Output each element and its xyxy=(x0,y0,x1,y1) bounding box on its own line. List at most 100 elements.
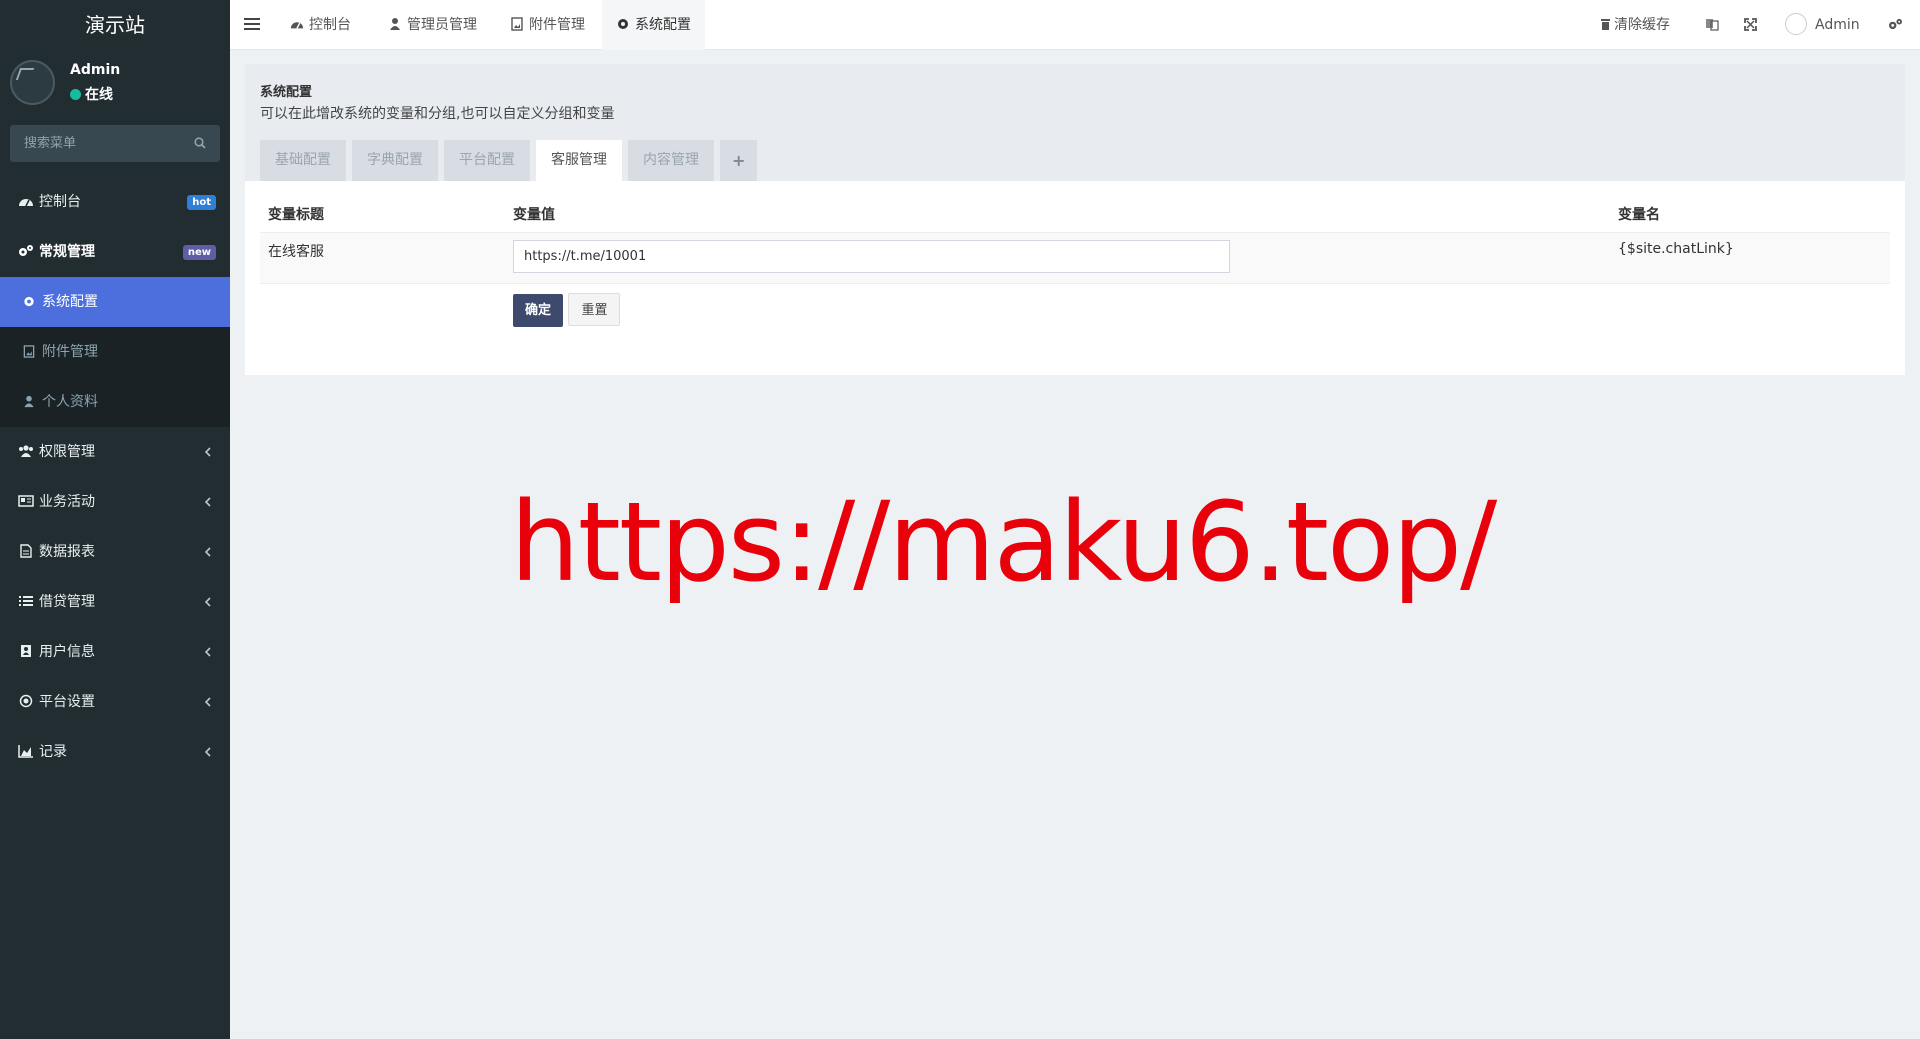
tab-platform-config[interactable]: 平台配置 xyxy=(444,140,530,181)
control-sidebar-button[interactable] xyxy=(1888,0,1903,50)
chevron-left-icon xyxy=(204,647,211,657)
submenu-general: 系统配置 附件管理 个人资料 xyxy=(0,277,230,427)
main-content: 系统配置 可以在此增改系统的变量和分组,也可以自定义分组和变量 基础配置 字典配… xyxy=(245,64,1905,375)
chevron-left-icon xyxy=(204,597,211,607)
dashboard-icon xyxy=(290,22,304,29)
tab-label: 系统配置 xyxy=(635,17,691,33)
column-header-value: 变量值 xyxy=(505,196,1610,233)
panel-body: 变量标题 变量值 变量名 在线客服 {$site.chatLink} 确定 xyxy=(245,181,1905,375)
sidebar-item-label: 数据报表 xyxy=(39,544,95,560)
chevron-left-icon xyxy=(204,697,211,707)
circle-dot-icon xyxy=(19,694,33,708)
new-badge: new xyxy=(182,245,216,260)
app-logo[interactable]: 演示站 xyxy=(0,0,230,50)
chevron-left-icon xyxy=(204,547,211,557)
sidebar-item-label: 业务活动 xyxy=(39,494,95,510)
fullscreen-button[interactable] xyxy=(1744,0,1757,50)
tab-system-config[interactable]: 系统配置 xyxy=(602,0,705,50)
sidebar-item-permissions[interactable]: 权限管理 xyxy=(0,427,230,477)
file-image-icon xyxy=(23,345,35,358)
translate-button[interactable] xyxy=(1705,0,1719,50)
column-header-name: 变量名 xyxy=(1610,196,1890,233)
tab-customer-service[interactable]: 客服管理 xyxy=(536,140,622,181)
top-navbar: 控制台 管理员管理 附件管理 系统配置 清除缓存 Admin xyxy=(230,0,1920,50)
search-input[interactable] xyxy=(10,125,220,162)
tab-label: 附件管理 xyxy=(529,17,585,33)
sidebar-item-general[interactable]: 常规管理 new xyxy=(0,227,230,277)
config-panel: 系统配置 可以在此增改系统的变量和分组,也可以自定义分组和变量 基础配置 字典配… xyxy=(245,64,1905,375)
avatar xyxy=(1785,13,1807,35)
group-icon xyxy=(19,445,33,457)
trash-icon xyxy=(1601,19,1610,30)
variable-value-cell xyxy=(505,232,1610,284)
avatar xyxy=(10,60,55,105)
reset-button[interactable]: 重置 xyxy=(568,293,621,326)
sidebar-item-label: 控制台 xyxy=(39,194,81,210)
tab-admin-management[interactable]: 管理员管理 xyxy=(374,0,491,50)
tab-basic-config[interactable]: 基础配置 xyxy=(260,140,346,181)
chevron-left-icon xyxy=(204,747,211,757)
sidebar-item-attachments[interactable]: 附件管理 xyxy=(0,327,230,377)
sidebar-item-label: 权限管理 xyxy=(39,444,95,460)
variable-name: {$site.chatLink} xyxy=(1610,232,1890,284)
add-tab-button[interactable]: + xyxy=(720,140,758,181)
sidebar-menu: 控制台 hot 常规管理 new 系统配置 附件管理 个人资料 权限管理 业务活… xyxy=(0,177,230,777)
gear-icon xyxy=(618,19,628,29)
area-chart-icon xyxy=(18,745,33,758)
file-text-icon xyxy=(20,544,32,558)
chevron-left-icon xyxy=(204,447,211,457)
sidebar-item-loans[interactable]: 借贷管理 xyxy=(0,577,230,627)
user-menu[interactable]: Admin xyxy=(1785,0,1860,50)
cogs-icon xyxy=(19,245,33,256)
variable-value-input[interactable] xyxy=(513,240,1230,273)
sidebar-item-label: 常规管理 xyxy=(39,244,95,260)
sidebar-item-business[interactable]: 业务活动 xyxy=(0,477,230,527)
search-icon[interactable] xyxy=(194,137,206,149)
sidebar-search xyxy=(10,125,220,162)
sidebar-item-records[interactable]: 记录 xyxy=(0,727,230,777)
tab-dictionary-config[interactable]: 字典配置 xyxy=(352,140,438,181)
user-menu-label: Admin xyxy=(1815,17,1860,33)
sidebar-item-user-info[interactable]: 用户信息 xyxy=(0,627,230,677)
address-book-icon xyxy=(21,645,31,657)
sidebar-groups: 权限管理 业务活动 数据报表 借贷管理 用户信息 平台设置 记录 xyxy=(0,427,230,777)
expand-icon xyxy=(1744,18,1757,31)
panel-heading: 系统配置 可以在此增改系统的变量和分组,也可以自定义分组和变量 基础配置 字典配… xyxy=(245,64,1905,181)
tab-content-management[interactable]: 内容管理 xyxy=(628,140,714,181)
chevron-left-icon xyxy=(204,497,211,507)
user-panel: Admin 在线 xyxy=(0,50,230,114)
sidebar-toggle-icon[interactable] xyxy=(244,18,260,32)
form-actions-row: 确定 重置 xyxy=(260,284,1890,336)
hot-badge: hot xyxy=(187,195,216,210)
clear-cache-label: 清除缓存 xyxy=(1614,17,1670,33)
sidebar-item-platform-settings[interactable]: 平台设置 xyxy=(0,677,230,727)
form-actions: 确定 重置 xyxy=(505,284,1610,336)
sidebar-item-reports[interactable]: 数据报表 xyxy=(0,527,230,577)
sidebar-item-profile[interactable]: 个人资料 xyxy=(0,377,230,427)
clear-cache-button[interactable]: 清除缓存 xyxy=(1600,0,1670,50)
variable-title: 在线客服 xyxy=(260,232,505,284)
sidebar-item-system-config[interactable]: 系统配置 xyxy=(0,277,230,327)
sidebar-item-label: 记录 xyxy=(39,744,67,760)
sidebar: 演示站 Admin 在线 控制台 hot 常规管理 new 系统配置 附件管理 … xyxy=(0,0,230,1039)
sidebar-item-label: 附件管理 xyxy=(42,344,98,360)
table-row: 在线客服 {$site.chatLink} xyxy=(260,232,1890,284)
page-description: 可以在此增改系统的变量和分组,也可以自定义分组和变量 xyxy=(260,106,615,122)
tab-label: 管理员管理 xyxy=(407,17,477,33)
tab-dashboard[interactable]: 控制台 xyxy=(276,0,365,50)
user-status: 在线 xyxy=(70,84,113,104)
sidebar-item-dashboard[interactable]: 控制台 hot xyxy=(0,177,230,227)
translate-icon xyxy=(1706,19,1719,31)
gear-icon xyxy=(24,296,34,307)
file-image-icon xyxy=(511,17,523,31)
list-icon xyxy=(19,596,33,606)
dashboard-icon xyxy=(19,199,33,207)
page-title: 系统配置 xyxy=(260,85,313,100)
sidebar-item-label: 借贷管理 xyxy=(39,594,95,610)
newspaper-icon xyxy=(18,495,34,507)
cogs-icon xyxy=(1889,18,1902,30)
submit-button[interactable]: 确定 xyxy=(513,294,564,327)
user-icon xyxy=(24,395,34,408)
tab-attachments[interactable]: 附件管理 xyxy=(496,0,599,50)
user-icon xyxy=(390,18,400,30)
